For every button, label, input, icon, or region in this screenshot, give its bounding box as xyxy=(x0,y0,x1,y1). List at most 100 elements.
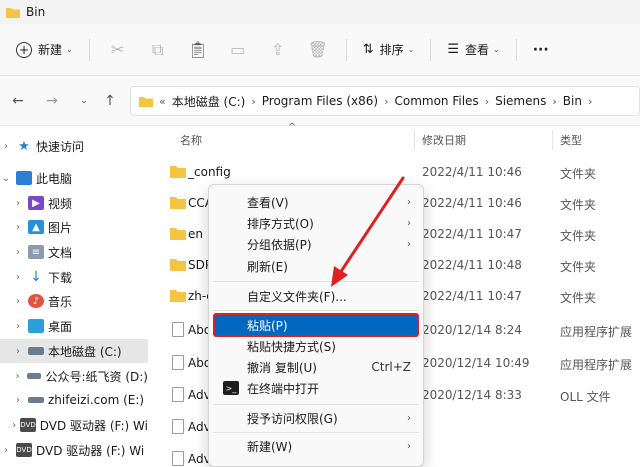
cut-icon[interactable]: ✂ xyxy=(98,34,138,66)
chevron-right-icon[interactable]: › xyxy=(12,247,24,258)
view-button-label: 查看 xyxy=(465,43,490,57)
menu-item-undo-copy[interactable]: 撤消 复制(U) Ctrl+Z xyxy=(213,356,419,378)
nav-item-c-drive[interactable]: › 本地磁盘 (C:) xyxy=(0,339,148,363)
file-date: 2020/12/14 10:49 xyxy=(422,356,530,370)
address-bar[interactable]: « 本地磁盘 (C:) › Program Files (x86) › Comm… xyxy=(130,86,640,116)
view-icon: ☰ xyxy=(447,42,459,57)
menu-item-give-access[interactable]: 授予访问权限(G) › xyxy=(213,407,419,429)
menu-divider xyxy=(213,281,419,282)
chevron-right-icon[interactable]: › xyxy=(12,296,24,307)
nav-item-this-pc[interactable]: ⌄ 此电脑 xyxy=(0,166,148,190)
folder-icon xyxy=(170,197,186,209)
chevron-right-icon[interactable]: › xyxy=(12,222,24,233)
paste-icon[interactable]: 📋︎ xyxy=(178,34,218,66)
chevron-right-icon: › xyxy=(407,217,411,229)
menu-divider xyxy=(213,310,419,311)
folder-icon xyxy=(139,96,153,107)
new-button-label: 新建 xyxy=(38,43,63,57)
column-header-date[interactable]: 修改日期 xyxy=(422,132,466,148)
file-type: OLL 文件 xyxy=(560,390,611,404)
file-name: en xyxy=(188,227,203,241)
chevron-right-icon[interactable]: › xyxy=(12,321,24,332)
toolbar-divider xyxy=(345,38,347,61)
command-toolbar: + 新建 ⌄ ✂ ⧉ 📋︎ ▭ ⇪ 🗑︎ ⇅ 排序 ⌄ ☰ 查看 ⌄ ··· xyxy=(0,24,640,76)
menu-item-open-in-terminal[interactable]: >_ 在终端中打开 xyxy=(213,377,419,399)
breadcrumb-siemens[interactable]: Siemens xyxy=(495,94,546,108)
menu-item-label: 分组依据(P) xyxy=(247,237,312,252)
menu-item-label: 粘贴快捷方式(S) xyxy=(247,339,336,354)
new-button[interactable]: + 新建 ⌄ xyxy=(8,34,81,66)
up-button[interactable]: ↑ xyxy=(98,90,122,112)
rename-icon[interactable]: ▭ xyxy=(218,34,258,66)
nav-item-quick-access[interactable]: › ★ 快速访问 xyxy=(0,134,148,158)
nav-item-videos[interactable]: › ▶ 视频 xyxy=(0,191,148,215)
breadcrumb-common-files[interactable]: Common Files xyxy=(394,94,478,108)
copy-icon[interactable]: ⧉ xyxy=(138,34,178,66)
chevron-right-icon: › xyxy=(384,94,389,108)
nav-item-documents[interactable]: › ≡ 文档 xyxy=(0,240,148,264)
menu-item-label: 查看(V) xyxy=(247,195,289,210)
back-button[interactable]: ← xyxy=(6,90,30,112)
breadcrumb-c-drive[interactable]: 本地磁盘 (C:) xyxy=(172,93,246,110)
dvd-icon: DVD xyxy=(20,418,36,432)
nav-item-e-drive[interactable]: › zhifeizi.com (E:) xyxy=(0,388,148,412)
column-header-name[interactable]: 名称 xyxy=(180,132,202,148)
terminal-icon: >_ xyxy=(223,381,239,395)
dll-file-icon xyxy=(172,355,184,370)
menu-item-paste-shortcut[interactable]: 粘贴快捷方式(S) xyxy=(213,335,419,357)
nav-item-label: 此电脑 xyxy=(36,171,73,186)
menu-item-label: 授予访问权限(G) xyxy=(247,411,338,426)
menu-item-customize-folder[interactable]: 自定义文件夹(F)... xyxy=(213,285,419,307)
nav-item-label: 图片 xyxy=(48,220,73,235)
nav-item-music[interactable]: › ♪ 音乐 xyxy=(0,289,148,313)
navigation-pane: › ★ 快速访问 ⌄ 此电脑 › ▶ 视频 › ▲ 图片 › ≡ 文档 › ↓ … xyxy=(0,126,148,467)
chevron-right-icon: › xyxy=(407,412,411,424)
file-type: 应用程序扩展 xyxy=(560,358,633,372)
column-header-type[interactable]: 类型 xyxy=(560,132,582,148)
nav-item-dvd-drive[interactable]: › DVD DVD 驱动器 (F:) Wi xyxy=(0,438,148,462)
chevron-right-icon[interactable]: › xyxy=(12,346,24,357)
menu-item-refresh[interactable]: 刷新(E) xyxy=(213,255,419,277)
recent-locations-button[interactable]: ⌄ xyxy=(72,90,96,112)
nav-item-d-drive[interactable]: › 公众号:纸飞资 (D:) xyxy=(0,364,148,388)
menu-item-label: 排序方式(O) xyxy=(247,216,314,231)
drive-icon xyxy=(28,347,44,355)
nav-item-label: 下载 xyxy=(48,270,73,285)
chevron-right-icon[interactable]: › xyxy=(12,198,24,209)
folder-icon xyxy=(170,259,186,271)
nav-item-downloads[interactable]: › ↓ 下载 xyxy=(0,265,148,289)
menu-item-paste[interactable]: 粘贴(P) xyxy=(213,313,419,337)
file-date: 2022/4/11 10:47 xyxy=(422,289,522,303)
view-button[interactable]: ☰ 查看 ⌄ xyxy=(439,34,507,66)
nav-item-desktop[interactable]: › 桌面 xyxy=(0,314,148,338)
share-icon[interactable]: ⇪ xyxy=(258,34,298,66)
menu-item-new[interactable]: 新建(W) › xyxy=(213,435,419,457)
menu-divider xyxy=(213,404,419,405)
chevron-right-icon[interactable]: › xyxy=(12,420,16,431)
nav-item-dvd-drive[interactable]: › DVD DVD 驱动器 (F:) Wi xyxy=(0,413,148,437)
delete-icon[interactable]: 🗑︎ xyxy=(298,34,338,66)
more-button[interactable]: ··· xyxy=(525,34,557,66)
sort-button[interactable]: ⇅ 排序 ⌄ xyxy=(355,34,423,66)
chevron-right-icon[interactable]: › xyxy=(12,395,24,406)
chevron-down-icon[interactable]: ⌄ xyxy=(0,173,12,184)
download-icon: ↓ xyxy=(30,269,42,285)
nav-item-label: 文档 xyxy=(48,245,73,260)
breadcrumb-program-files[interactable]: Program Files (x86) xyxy=(262,94,378,108)
chevron-right-icon[interactable]: › xyxy=(12,272,24,283)
nav-item-pictures[interactable]: › ▲ 图片 xyxy=(0,215,148,239)
star-icon: ★ xyxy=(18,138,30,154)
forward-button[interactable]: → xyxy=(40,90,64,112)
overflow-chevron[interactable]: « xyxy=(159,95,166,108)
computer-icon xyxy=(16,171,32,185)
chevron-right-icon[interactable]: › xyxy=(0,445,12,456)
menu-item-sort-by[interactable]: 排序方式(O) › xyxy=(213,212,419,234)
menu-item-view[interactable]: 查看(V) › xyxy=(213,191,419,213)
menu-item-group-by[interactable]: 分组依据(P) › xyxy=(213,233,419,255)
breadcrumb-bin[interactable]: Bin xyxy=(563,94,582,108)
drive-icon xyxy=(28,397,44,403)
chevron-down-icon: ⌄ xyxy=(407,45,415,54)
chevron-right-icon[interactable]: › xyxy=(12,371,23,382)
image-icon: ▲ xyxy=(28,220,44,234)
chevron-right-icon[interactable]: › xyxy=(0,141,12,152)
